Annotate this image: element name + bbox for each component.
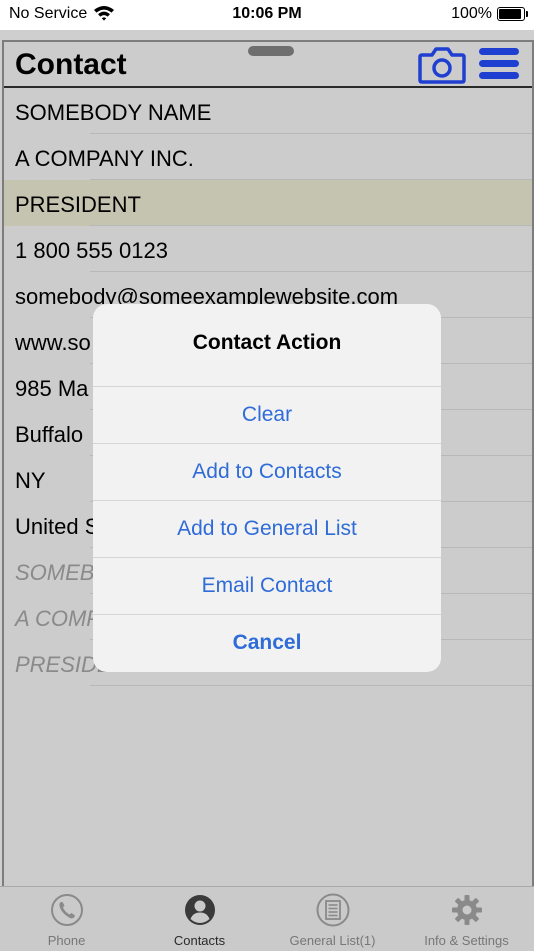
phone-icon (50, 894, 83, 926)
action-sheet-title: Contact Action (192, 331, 342, 354)
contact-field-text: A COMP (15, 606, 101, 631)
tab-bar: Phone Contacts General List(1) Info & Se… (0, 886, 534, 951)
tab-general-list[interactable]: General List(1) (266, 887, 399, 951)
contact-action-sheet: Contact Action Clear Add to Contacts Add… (93, 304, 441, 672)
menu-icon[interactable] (477, 46, 521, 82)
contact-field-text: SOMEB (15, 560, 95, 585)
tab-phone[interactable]: Phone (0, 887, 133, 951)
tab-info-settings[interactable]: Info & Settings (400, 887, 533, 951)
contact-field-text: 985 Ma (15, 376, 89, 401)
contact-field-text: United S (15, 514, 100, 539)
contact-field-text: Buffalo (15, 422, 84, 447)
camera-icon[interactable] (418, 45, 466, 85)
battery-percent: 100% (451, 5, 492, 22)
cancel-button[interactable]: Cancel (93, 614, 441, 672)
contact-field-text: PRESIDENT (15, 192, 141, 217)
gear-icon (451, 895, 482, 925)
contact-field-text: SOMEBODY NAME (15, 100, 212, 125)
person-icon (184, 895, 215, 925)
add-to-general-list-button[interactable]: Add to General List (93, 500, 441, 558)
row-divider (90, 685, 532, 686)
contact-field-text: A COMPANY INC. (15, 146, 194, 171)
list-icon (316, 893, 349, 927)
contact-field-text: NY (15, 468, 46, 493)
battery-icon (497, 7, 528, 21)
contact-field-text: 1 800 555 0123 (15, 238, 168, 263)
add-to-contacts-button[interactable]: Add to Contacts (93, 443, 441, 501)
clear-button[interactable]: Clear (93, 386, 441, 444)
page-title: Contact (15, 48, 127, 81)
contact-field-row[interactable]: 1 800 555 0123 (4, 226, 532, 272)
tab-contacts[interactable]: Contacts (133, 887, 266, 951)
contact-field-row[interactable]: A COMPANY INC. (4, 134, 532, 180)
status-bar: No Service 10:06 PM 100% (0, 0, 534, 30)
contact-field-row[interactable]: PRESIDENT (4, 180, 532, 226)
contact-field-row[interactable]: SOMEBODY NAME (4, 88, 532, 134)
sheet-grabber[interactable] (248, 46, 294, 56)
contact-field-text: www.so (15, 330, 91, 355)
email-contact-button[interactable]: Email Contact (93, 557, 441, 615)
